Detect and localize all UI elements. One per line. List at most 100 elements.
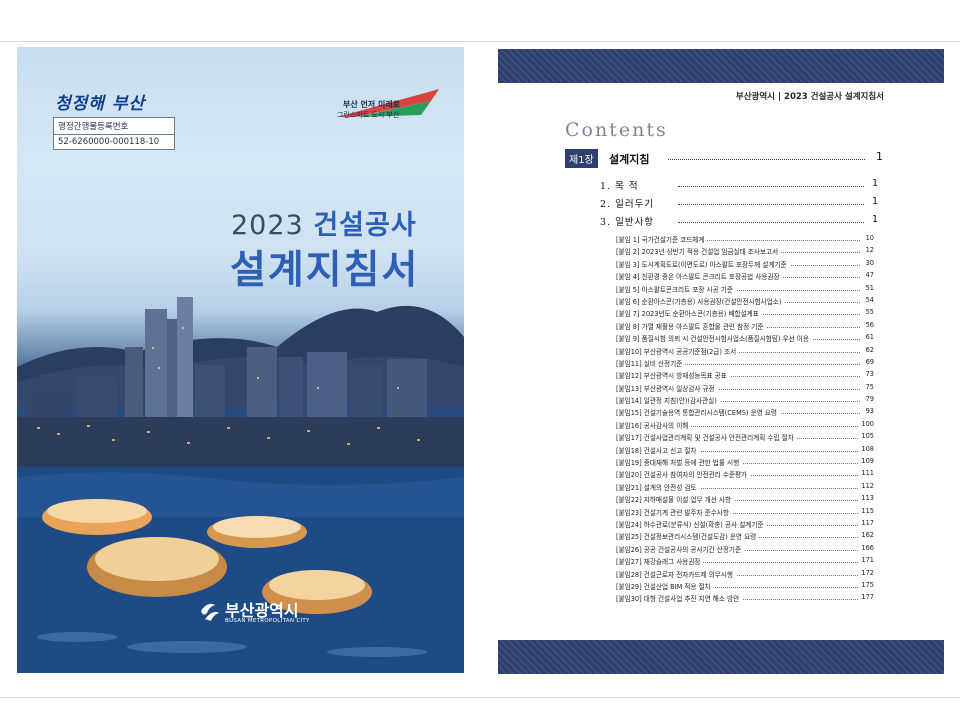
appendix-label: [붙임23] 건설기계 관련 발주자 준수사항 <box>616 506 732 517</box>
leader-dots <box>678 222 864 223</box>
appendix-item[interactable]: [붙임30] 대형 건설사업 추진 지연 해소 방안 177 <box>616 592 874 604</box>
appendix-page: 105 <box>859 432 874 441</box>
appendix-item[interactable]: [붙임10] 부산광역시 공공기준점(2급) 조서 62 <box>616 345 874 357</box>
appendix-item[interactable]: [붙임 8] 가열 재활용 아스팔트 혼합물 관련 참정 기준 56 <box>616 320 874 332</box>
appendix-page: 109 <box>859 457 874 466</box>
appendix-label: [붙임21] 설계의 안전성 검토 <box>616 481 700 492</box>
appendix-page: 75 <box>863 382 874 391</box>
appendix-label: [붙임 2] 2023년 상반기 적용 건설업 임금실태 조사보고서 <box>616 246 782 257</box>
appendix-item[interactable]: [붙임29] 건설산업 BIM 적용 절차 175 <box>616 580 874 592</box>
running-header: 부산광역시 | 2023 건설공사 설계지침서 <box>735 92 884 102</box>
appendix-page: 69 <box>863 357 874 366</box>
appendix-item[interactable]: [붙임25] 건설정보관리시스템(건설도감) 운영 요령 162 <box>616 530 874 542</box>
appendix-label: [붙임 4] 친환경 중온 아스팔트 콘크리트 포장공법 사용권장 <box>616 271 783 282</box>
appendix-item[interactable]: [붙임28] 건설근로자 전자카드제 의무시행 172 <box>616 568 874 580</box>
appendix-item[interactable]: [붙임13] 부산광역시 일상감사 규정 75 <box>616 382 874 394</box>
footer-band <box>498 640 944 674</box>
appendix-item[interactable]: [붙임 2] 2023년 상반기 적용 건설업 임금실태 조사보고서 12 <box>616 245 874 257</box>
appendix-label: [붙임 7] 2023년도 순환아스콘(기층용) 배합설계표 <box>616 308 762 319</box>
registration-box: 행정간행물등록번호 52-6260000-000118-10 <box>53 117 175 150</box>
appendix-item[interactable]: [붙임 4] 친환경 중온 아스팔트 콘크리트 포장공법 사용권장 47 <box>616 270 874 282</box>
appendix-page: 117 <box>859 518 874 527</box>
appendix-item[interactable]: [붙임 3] 도시계획도로(이면도로) 아스팔트 포장두께 설계기준 30 <box>616 258 874 270</box>
appendix-page: 175 <box>859 580 874 589</box>
section-entry[interactable]: 3. 일반사항 1 <box>600 214 878 228</box>
appendix-label: [붙임25] 건설정보관리시스템(건설도감) 운영 요령 <box>616 531 760 542</box>
appendix-page: 162 <box>859 531 874 540</box>
appendix-item[interactable]: [붙임17] 건설사업관리계획 및 건설공사 안전관리계획 수립 절차 105 <box>616 431 874 443</box>
appendix-item[interactable]: [붙임20] 건설공사 참여자의 안전관리 수준평가 111 <box>616 468 874 480</box>
chapter-label: 설계지침 <box>609 153 650 166</box>
appendix-item[interactable]: [붙임11] 실비 산정기준 69 <box>616 357 874 369</box>
appendix-item[interactable]: [붙임26] 공공 건설공사의 공사기간 산정기준 166 <box>616 543 874 555</box>
section-entry[interactable]: 1. 목 적 1 <box>600 178 878 192</box>
appendix-label: [붙임28] 건설근로자 전자카드제 의무시행 <box>616 568 736 579</box>
appendix-page: 47 <box>863 271 874 280</box>
section-label: 3. 일반사항 <box>600 217 655 228</box>
appendix-label: [붙임24] 하수관로(분류식) 신설(확충) 공사 설계기준 <box>616 518 767 529</box>
appendix-page: 12 <box>863 246 874 255</box>
section-page: 1 <box>871 196 878 207</box>
appendix-page: 166 <box>859 543 874 552</box>
section-page: 1 <box>871 214 878 225</box>
cover-page: 청정해 부산 행정간행물등록번호 52-6260000-000118-10 부산… <box>17 47 464 673</box>
appendix-page: 51 <box>863 283 874 292</box>
appendix-item[interactable]: [붙임27] 재강슬래그 사용권장 171 <box>616 555 874 567</box>
appendix-page: 61 <box>863 333 874 342</box>
appendix-item[interactable]: [붙임19] 중대재해 처벌 등에 관한 법률 시행 109 <box>616 456 874 468</box>
section-label: 2. 일러두기 <box>600 199 655 210</box>
appendix-page: 111 <box>859 469 874 478</box>
appendix-page: 115 <box>859 506 874 515</box>
leader-dots <box>678 186 864 187</box>
leader-dots <box>678 204 864 205</box>
appendix-label: [붙임12] 부산광역시 방재성능목표 공표 <box>616 370 730 381</box>
chapter-tag: 제1장 <box>565 149 598 168</box>
cover-title-highlight: 건설공사 <box>313 210 417 241</box>
appendix-label: [붙임10] 부산광역시 공공기준점(2급) 조서 <box>616 345 740 356</box>
appendix-label: [붙임 1] 국가건설기준 코드체계 <box>616 234 708 244</box>
appendix-label: [붙임 5] 아스팔트콘크리트 포장 시공 기준 <box>616 283 736 294</box>
brand-subtagline: 그린스마트 도시 부산 <box>337 111 400 119</box>
chapter-entry[interactable]: 제1장 설계지침 1 <box>565 149 883 168</box>
appendix-item[interactable]: [붙임14] 일관정 지침(안)(감사관실) 79 <box>616 394 874 406</box>
appendix-label: [붙임11] 실비 산정기준 <box>616 357 686 368</box>
appendix-item[interactable]: [붙임 1] 국가건설기준 코드체계 10 <box>616 233 874 245</box>
appendix-item[interactable]: [붙임 9] 품질시험 의뢰 시 건설안전시험사업소(품질시험팀) 우선 이용 6… <box>616 332 874 344</box>
appendix-page: 113 <box>859 494 874 503</box>
appendix-item[interactable]: [붙임12] 부산광역시 방재성능목표 공표 73 <box>616 369 874 381</box>
appendix-item[interactable]: [붙임 5] 아스팔트콘크리트 포장 시공 기준 51 <box>616 283 874 295</box>
appendix-item[interactable]: [붙임18] 건설사고 신고 절차 108 <box>616 444 874 456</box>
appendix-item[interactable]: [붙임24] 하수관로(분류식) 신설(확충) 공사 설계기준 117 <box>616 518 874 530</box>
appendix-page: 55 <box>863 308 874 317</box>
appendix-page: 172 <box>859 568 874 577</box>
appendix-label: [붙임17] 건설사업관리계획 및 건설공사 안전관리계획 수립 절차 <box>616 432 797 443</box>
contents-page: 부산광역시 | 2023 건설공사 설계지침서 Contents 제1장 설계지… <box>498 47 944 674</box>
appendix-label: [붙임19] 중대재해 처벌 등에 관한 법률 시행 <box>616 457 743 468</box>
brand-tagline: 부산 먼저 미래로 <box>343 100 401 109</box>
appendix-label: [붙임22] 지하매설물 이설 업무 개선 사항 <box>616 494 735 505</box>
section-page: 1 <box>871 178 878 189</box>
appendix-item[interactable]: [붙임16] 공사감사의 이해 100 <box>616 419 874 431</box>
appendix-label: [붙임13] 부산광역시 일상감사 규정 <box>616 382 718 393</box>
cover-year-title: 2023 건설공사 <box>231 203 417 242</box>
appendix-label: [붙임20] 건설공사 참여자의 안전관리 수준평가 <box>616 469 751 480</box>
appendix-item[interactable]: [붙임 7] 2023년도 순환아스콘(기층용) 배합설계표 55 <box>616 307 874 319</box>
appendix-label: [붙임 8] 가열 재활용 아스팔트 혼합물 관련 참정 기준 <box>616 320 767 331</box>
bottom-divider <box>0 697 960 698</box>
appendix-item[interactable]: [붙임23] 건설기계 관련 발주자 준수사항 115 <box>616 506 874 518</box>
appendix-item[interactable]: [붙임15] 건설기술용역 통합관리시스템(CEMS) 운영 요령 93 <box>616 406 874 418</box>
appendix-item[interactable]: [붙임22] 지하매설물 이설 업무 개선 사항 113 <box>616 493 874 505</box>
city-name-english: BUSAN METROPOLITAN CITY <box>225 618 310 624</box>
registration-number: 52-6260000-000118-10 <box>58 137 160 147</box>
appendix-item[interactable]: [붙임 6] 순환아스콘(기층용) 사용권장(건설안전시험사업소) 54 <box>616 295 874 307</box>
cover-main-title: 설계지침서 <box>230 248 420 293</box>
appendix-item[interactable]: [붙임21] 설계의 안전성 검토 112 <box>616 481 874 493</box>
appendix-label: [붙임30] 대형 건설사업 추진 지연 해소 방안 <box>616 593 743 604</box>
appendix-page: 171 <box>859 556 874 565</box>
busan-slogan-logo: 청정해 부산 <box>55 94 146 114</box>
section-entry[interactable]: 2. 일러두기 1 <box>600 196 878 210</box>
appendix-page: 56 <box>863 320 874 329</box>
appendix-label: [붙임16] 공사감사의 이해 <box>616 419 692 430</box>
cover-year: 2023 <box>231 210 304 241</box>
header-band <box>498 49 944 83</box>
